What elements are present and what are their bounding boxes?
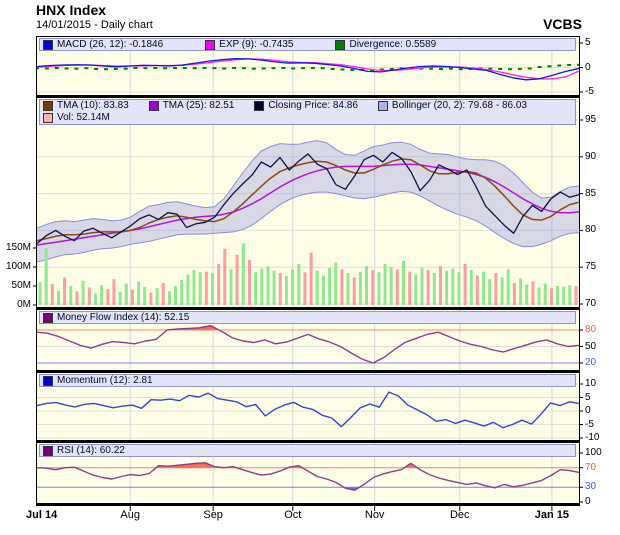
legend-swatch xyxy=(335,39,346,50)
legend-swatch xyxy=(43,375,53,386)
momentum-ytick-label: 5 xyxy=(585,391,591,403)
main-legend-item: Closing Price: 84.86 xyxy=(254,100,358,112)
main-ytick-label: 95 xyxy=(585,114,597,125)
legend-swatch xyxy=(148,101,159,111)
price-legend: TMA (10): 83.83 TMA (25): 82.51 Closing Pr… xyxy=(39,99,576,125)
mfi-legend: Money Flow Index (14): 52.15 xyxy=(39,311,576,324)
legend-swatch xyxy=(254,101,265,111)
main-ytick-label: 70 xyxy=(585,298,597,309)
legend-text: Bollinger (20, 2): 79.68 - 86.03 xyxy=(391,100,527,111)
brand-logo: VCBS xyxy=(543,16,582,32)
legend-text: MACD (26, 12): -0.1846 xyxy=(57,38,164,50)
legend-text: Closing Price: 84.86 xyxy=(268,100,358,111)
momentum-ytick-label: -5 xyxy=(585,418,594,430)
legend-text: TMA (25): 82.51 xyxy=(162,100,235,111)
panel-separator xyxy=(37,440,579,443)
macd-ytick-label: 5 xyxy=(585,37,591,48)
rsi-ytick-label: 30 xyxy=(585,481,597,493)
price-legend-row1: TMA (10): 83.83 TMA (25): 82.51 Closing Pr… xyxy=(43,100,575,112)
x-axis-label: Jan 15 xyxy=(534,509,570,521)
macd-legend-item: Divergence: 0.5589 xyxy=(335,38,437,50)
mfi-ytick-label: 80 xyxy=(585,324,597,335)
legend-text: Momentum (12): 2.81 xyxy=(57,374,153,386)
panel-separator xyxy=(37,307,579,310)
x-axis-label: Sep xyxy=(203,509,223,521)
legend-swatch xyxy=(205,39,216,50)
momentum-ytick-label: 10 xyxy=(585,378,597,389)
volume-ytick-label: 150M xyxy=(5,242,31,253)
main-legend-item: TMA (10): 83.83 xyxy=(43,100,129,112)
macd-ytick-label: 0 xyxy=(585,61,591,73)
legend-text: Vol: 52.14M xyxy=(57,112,110,123)
main-legend-item: Bollinger (20, 2): 79.68 - 86.03 xyxy=(377,100,527,112)
mfi-legend-item: Money Flow Index (14): 52.15 xyxy=(43,311,190,323)
panel-separator xyxy=(37,370,579,373)
legend-swatch xyxy=(43,113,53,123)
volume-ytick-label: 0M xyxy=(17,299,31,310)
volume-ytick-label: 50M xyxy=(11,280,31,291)
momentum-legend-item: Momentum (12): 2.81 xyxy=(43,374,153,386)
legend-swatch xyxy=(43,445,53,456)
legend-swatch xyxy=(43,39,53,50)
main-legend-item: TMA (25): 82.51 xyxy=(148,100,235,112)
legend-text: TMA (10): 83.83 xyxy=(57,100,129,111)
price-legend-row2: Vol: 52.14M xyxy=(43,112,575,124)
main-ytick-label: 75 xyxy=(585,261,597,273)
macd-legend-item: EXP (9): -0.7435 xyxy=(205,38,294,50)
main-ytick-label: 90 xyxy=(585,150,597,162)
x-axis-label: Dec xyxy=(449,509,470,521)
x-axis-line xyxy=(37,503,579,506)
rsi-ytick-label: 0 xyxy=(585,496,591,507)
rsi-legend-item: RSI (14): 60.22 xyxy=(43,444,125,456)
volume-ytick-label: 100M xyxy=(5,261,31,272)
x-axis-label: Nov xyxy=(364,509,385,521)
chart-page: HNX Index 14/01/2015 - Daily chart VCBS … xyxy=(0,0,620,535)
legend-swatch xyxy=(377,101,388,111)
legend-text: RSI (14): 60.22 xyxy=(57,444,125,456)
legend-text: EXP (9): -0.7435 xyxy=(219,38,294,50)
x-axis-label: Oct xyxy=(284,509,302,521)
legend-swatch xyxy=(43,101,53,111)
main-ytick-label: 85 xyxy=(585,187,597,199)
main-ytick-label: 80 xyxy=(585,224,597,236)
x-axis-label: Jul 14 xyxy=(26,509,58,521)
price-panel[interactable] xyxy=(37,98,579,307)
rsi-ytick-label: 70 xyxy=(585,461,597,473)
macd-ytick-label: -5 xyxy=(585,86,594,97)
mfi-ytick-label: 50 xyxy=(585,340,597,352)
momentum-ytick-label: 0 xyxy=(585,405,591,416)
rsi-legend: RSI (14): 60.22 xyxy=(39,444,576,457)
rsi-ytick-label: 100 xyxy=(585,447,602,458)
legend-text: Divergence: 0.5589 xyxy=(349,38,437,50)
mfi-ytick-label: 20 xyxy=(585,357,597,368)
x-axis-label: Aug xyxy=(120,509,141,521)
momentum-legend: Momentum (12): 2.81 xyxy=(39,374,576,387)
legend-swatch xyxy=(43,312,53,323)
page-title: HNX Index xyxy=(36,2,107,18)
panel-separator xyxy=(37,95,579,98)
macd-legend: MACD (26, 12): -0.1846 EXP (9): -0.7435 Di… xyxy=(39,38,576,51)
chart-subtitle: 14/01/2015 - Daily chart xyxy=(36,19,153,31)
momentum-ytick-label: -10 xyxy=(585,432,600,443)
main-legend-item: Vol: 52.14M xyxy=(43,112,110,124)
legend-text: Money Flow Index (14): 52.15 xyxy=(57,311,190,323)
macd-legend-item: MACD (26, 12): -0.1846 xyxy=(43,38,164,50)
